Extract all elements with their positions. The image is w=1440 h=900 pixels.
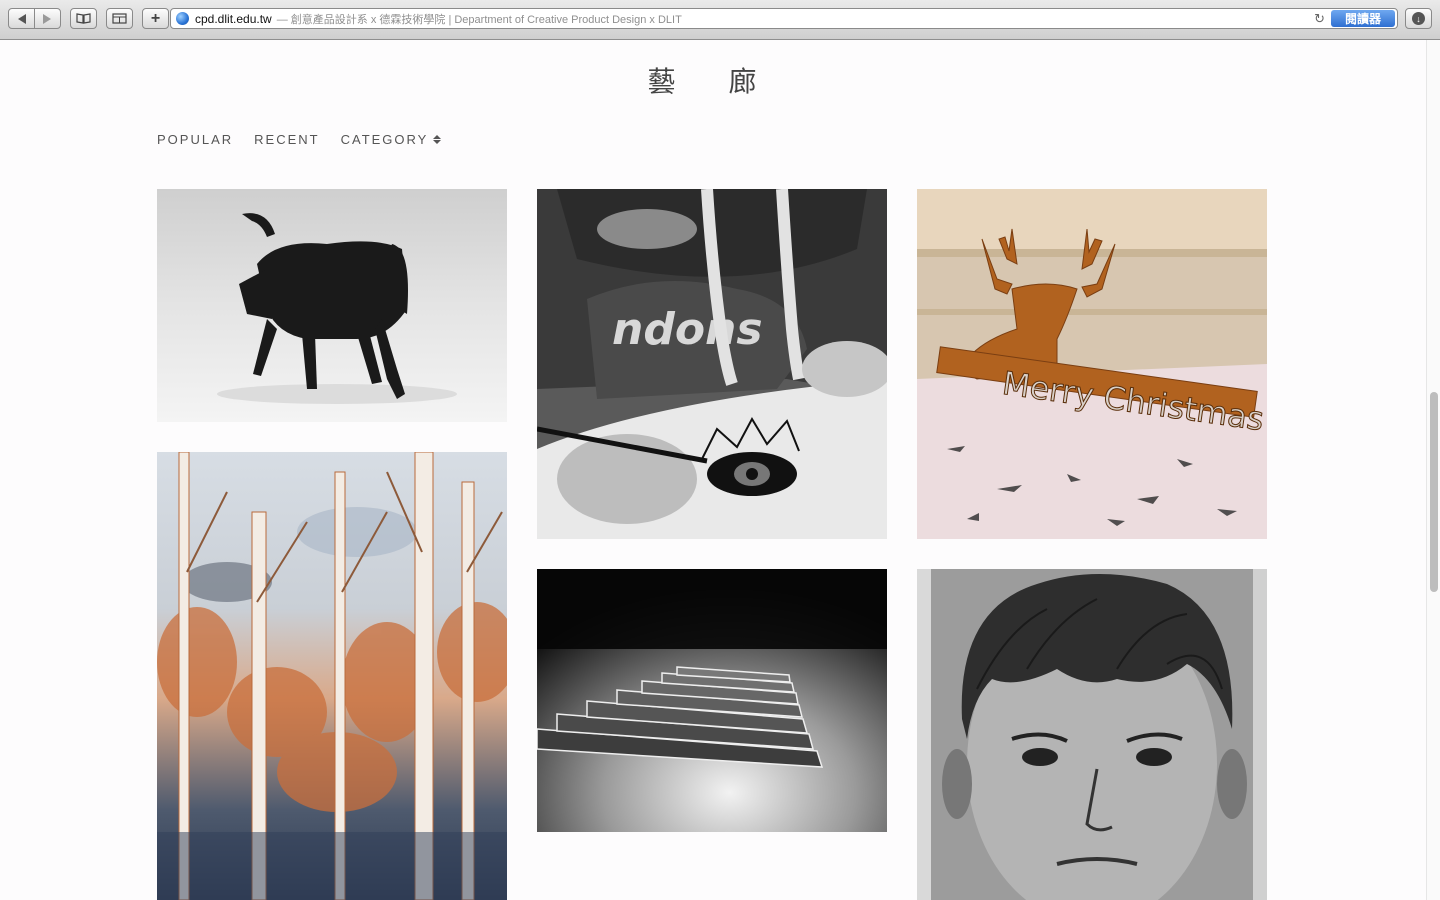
page-scrollbar[interactable] — [1426, 40, 1440, 900]
forward-button[interactable] — [35, 9, 60, 28]
svg-text:ndons: ndons — [612, 304, 763, 355]
back-button[interactable] — [9, 9, 34, 28]
back-arrow-icon — [17, 13, 26, 24]
gallery-item-portrait[interactable] — [917, 569, 1267, 900]
back-forward-buttons[interactable] — [8, 8, 61, 29]
reload-icon[interactable]: ↻ — [1314, 11, 1325, 27]
url-host: cpd.dlit.edu.tw — [195, 11, 272, 26]
sort-arrows-icon — [433, 135, 442, 144]
forward-arrow-icon — [43, 13, 52, 24]
bookmarks-button[interactable] — [70, 8, 97, 29]
top-sites-icon — [112, 13, 127, 24]
book-icon — [76, 13, 91, 24]
nav-recent[interactable]: RECENT — [254, 132, 319, 147]
gallery-item-cards[interactable] — [537, 569, 887, 832]
watercolor-forest-image — [157, 452, 507, 900]
nav-popular[interactable]: POPULAR — [157, 132, 233, 147]
site-title: 藝 廊 — [647, 65, 779, 98]
globe-icon — [176, 12, 189, 25]
scrollbar-thumb[interactable] — [1430, 392, 1438, 592]
deer-christmas-image: Merry Christmas — [917, 189, 1267, 539]
browser-toolbar: + cpd.dlit.edu.tw — 創意產品設計系 x 德霖技術學院 | D… — [0, 0, 1440, 40]
download-icon: ↓ — [1412, 12, 1425, 25]
page-title-in-url: — 創意產品設計系 x 德霖技術學院 | Department of Creat… — [276, 13, 682, 26]
new-tab-button[interactable]: + — [142, 8, 169, 29]
gallery-item-watercolor[interactable] — [157, 452, 507, 900]
horse-sculpture-image — [157, 189, 507, 422]
gallery-filter-nav: POPULAR RECENT CATEGORY — [157, 132, 442, 147]
gallery-item-horse[interactable] — [157, 189, 507, 422]
address-bar[interactable]: cpd.dlit.edu.tw — 創意產品設計系 x 德霖技術學院 | Dep… — [170, 8, 1398, 29]
downloads-button[interactable]: ↓ — [1405, 8, 1432, 29]
person-drawing-eye-image: ndons — [537, 189, 887, 539]
charcoal-portrait-image — [917, 569, 1267, 900]
plus-icon: + — [150, 9, 161, 27]
playing-cards-image — [537, 569, 887, 832]
gallery-item-drawing[interactable]: ndons — [537, 189, 887, 539]
reader-button[interactable]: 閱讀器 — [1331, 10, 1395, 27]
top-sites-button[interactable] — [106, 8, 133, 29]
nav-category[interactable]: CATEGORY — [341, 132, 442, 147]
gallery-item-christmas[interactable]: Merry Christmas — [917, 189, 1267, 539]
nav-category-label: CATEGORY — [340, 132, 429, 147]
